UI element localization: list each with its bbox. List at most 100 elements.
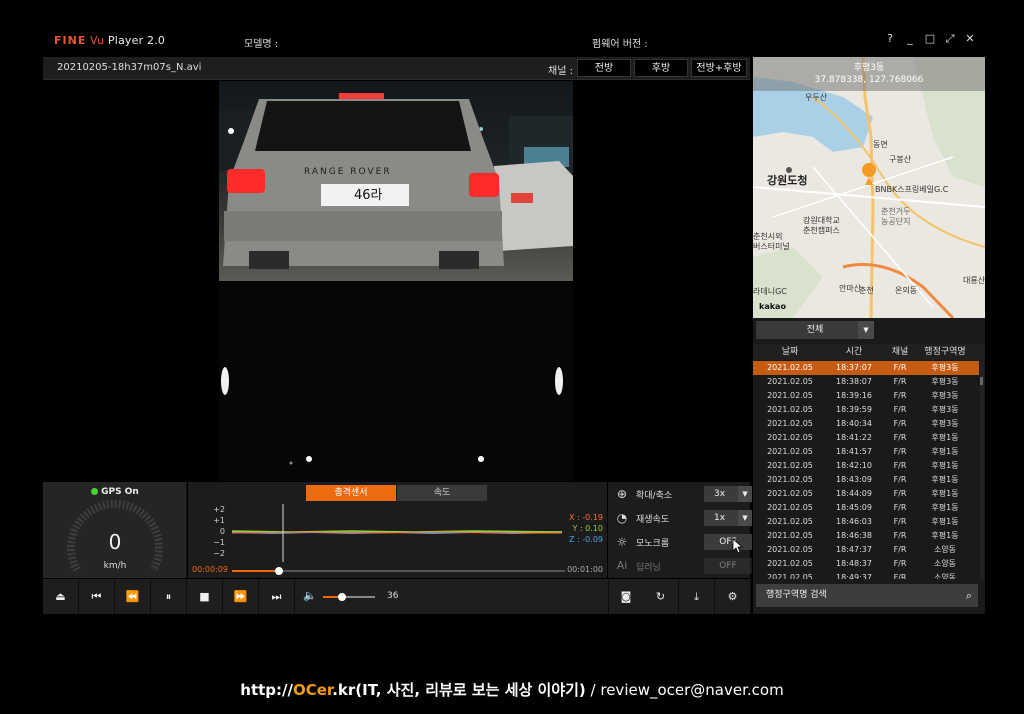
region-search-input[interactable]: 행정구역명 검색 ⌕ <box>756 584 978 607</box>
volume-control: 🔈 36 <box>299 579 419 614</box>
list-scrollbar[interactable] <box>980 361 984 579</box>
next-file-button[interactable]: ⏭ <box>259 579 295 614</box>
help-button[interactable]: ? <box>884 32 896 46</box>
settings-button[interactable]: ⚙ <box>715 579 751 614</box>
rewind-button[interactable]: ⏪ <box>115 579 151 614</box>
list-item[interactable]: 2021.02.05 18:39:16 F/R 후평3동 <box>753 389 979 403</box>
pause-button[interactable]: ⏸ <box>151 579 187 614</box>
eject-icon: ⏏ <box>55 590 66 603</box>
list-item[interactable]: 2021.02.05 18:38:07 F/R 후평3동 <box>753 375 979 389</box>
row-date: 2021.02.05 <box>767 545 813 554</box>
list-item[interactable]: 2021.02.05 18:43:09 F/R 후평1동 <box>753 473 979 487</box>
skip-forward-icon: ⏭ <box>271 590 282 603</box>
speedometer-icon: ◔ <box>616 511 628 525</box>
rotate-button[interactable]: ↻ <box>643 579 679 614</box>
row-date: 2021.02.05 <box>767 419 813 428</box>
list-item[interactable]: 2021.02.05 18:40:34 F/R 후평3동 <box>753 417 979 431</box>
map-view[interactable]: 후평3동 37.878338, 127.768066 우두산 동면 구봉산 강원… <box>753 57 985 318</box>
map-label: 우두산 <box>805 93 828 102</box>
seek-bar[interactable] <box>232 567 565 575</box>
fast-forward-button[interactable]: ⏩ <box>223 579 259 614</box>
stop-button[interactable]: ■ <box>187 579 223 614</box>
download-icon: ⤓ <box>694 590 699 603</box>
snapshot-button[interactable]: ◙ <box>608 579 644 614</box>
g-sensor-graph[interactable] <box>232 504 562 562</box>
row-time: 18:46:03 <box>836 517 872 526</box>
deep-learning-toggle[interactable]: OFF <box>704 558 752 574</box>
map-label: 온의동 <box>895 286 918 295</box>
row-region: 소양동 <box>933 545 957 554</box>
y-tick: −1 <box>213 538 225 547</box>
volume-icon[interactable]: 🔈 <box>303 589 317 602</box>
video-frame[interactable]: 46라 RANGE ROVER <box>219 81 573 481</box>
front-camera-view: 46라 RANGE ROVER <box>219 81 573 281</box>
row-channel: F/R <box>893 391 907 400</box>
rear-camera-view <box>219 281 573 481</box>
list-item[interactable]: 2021.02.05 18:44:09 F/R 후평1동 <box>753 487 979 501</box>
map-label: 춘천 <box>859 286 874 295</box>
map-label: 대룡산 <box>963 276 985 285</box>
list-item[interactable]: 2021.02.05 18:47:37 F/R 소양동 <box>753 543 979 557</box>
map-coordinates: 37.878338, 127.768066 <box>814 75 924 85</box>
volume-handle[interactable] <box>337 593 346 601</box>
list-item[interactable]: 2021.02.05 18:41:57 F/R 후평1동 <box>753 445 979 459</box>
list-item[interactable]: 2021.02.05 18:46:38 F/R 후평1동 <box>753 529 979 543</box>
close-button[interactable]: ✕ <box>964 32 976 46</box>
row-region: 소양동 <box>933 559 957 568</box>
seek-handle[interactable] <box>274 567 283 575</box>
video-header: 20210205-18h37m07s_N.avi 채널 : 전방 후방 전방+후… <box>43 57 750 80</box>
col-channel[interactable]: 채널 <box>887 344 913 357</box>
window-controls: ? _ □ ⤢ ✕ <box>884 32 976 46</box>
col-date[interactable]: 날짜 <box>759 344 821 357</box>
video-viewport[interactable]: 46라 RANGE ROVER <box>43 81 750 481</box>
download-button[interactable]: ⤓ <box>679 579 715 614</box>
zoom-value: 3x <box>714 489 726 499</box>
channel-both-button[interactable]: 전방+후방 <box>691 59 747 77</box>
col-time[interactable]: 시간 <box>825 344 883 357</box>
front-scene-image: 46라 RANGE ROVER <box>219 93 573 269</box>
list-item[interactable]: 2021.02.05 18:48:37 F/R 소양동 <box>753 557 979 571</box>
ai-icon: Ai <box>616 559 628 572</box>
eject-button[interactable]: ⏏ <box>43 579 79 614</box>
search-icon[interactable]: ⌕ <box>966 584 972 607</box>
firmware-label: 펌웨어 버전 : <box>592 39 648 50</box>
x-axis-value: X : -0.19 <box>569 513 603 522</box>
col-region[interactable]: 행정구역명 <box>919 344 971 357</box>
list-item[interactable]: 2021.02.05 18:39:59 F/R 후평3동 <box>753 403 979 417</box>
watermark-email: / review_ocer@naver.com <box>585 681 784 699</box>
volume-slider[interactable] <box>323 593 375 601</box>
fast-forward-icon: ⏩ <box>233 590 248 603</box>
list-item[interactable]: 2021.02.05 18:45:09 F/R 후평1동 <box>753 501 979 515</box>
list-item[interactable]: 2021.02.05 18:49:37 F/R 소양동 <box>753 571 979 579</box>
previous-file-button[interactable]: ⏮ <box>79 579 115 614</box>
channel-front-button[interactable]: 전방 <box>577 59 631 77</box>
list-item[interactable]: 2021.02.05 18:41:22 F/R 후평1동 <box>753 431 979 445</box>
fullscreen-button[interactable]: ⤢ <box>944 32 956 46</box>
restore-button[interactable]: □ <box>924 32 936 46</box>
row-region: 후평1동 <box>931 461 959 470</box>
map-label: 버스터미널 <box>753 242 790 251</box>
list-item[interactable]: 2021.02.05 18:46:03 F/R 후평1동 <box>753 515 979 529</box>
g-sensor-panel: 충격센서 속도 +2 +1 0 −1 −2 X : -0.19 Y : 0.10… <box>188 482 607 578</box>
zoom-icon: ⊕ <box>616 487 628 501</box>
app-logo: FINE Vu Player 2.0 <box>54 34 165 47</box>
monochrome-toggle[interactable]: OFF <box>704 534 752 550</box>
row-date: 2021.02.05 <box>767 447 813 456</box>
tab-speed[interactable]: 속도 <box>397 485 487 501</box>
minimize-button[interactable]: _ <box>904 32 916 46</box>
channel-rear-button[interactable]: 후방 <box>634 59 688 77</box>
row-channel: F/R <box>893 517 907 526</box>
brightness-icon: ☼ <box>616 535 628 549</box>
playback-speed-select[interactable]: 1x ▼ <box>704 510 752 526</box>
file-list[interactable]: 2021.02.05 18:37:07 F/R 후평3동 2021.02.05 18:38… <box>753 361 979 579</box>
list-item[interactable]: 2021.02.05 18:37:07 F/R 후평3동 <box>753 361 979 375</box>
tab-impact-sensor[interactable]: 충격센서 <box>306 485 396 501</box>
row-channel: F/R <box>893 559 907 568</box>
y-tick: +1 <box>213 516 225 525</box>
list-item[interactable]: 2021.02.05 18:42:10 F/R 후평1동 <box>753 459 979 473</box>
transport-controls: ⏏ ⏮ ⏪ ⏸ ■ ⏩ ⏭ 🔈 36 ◙ ↻ ⤓ ⚙ <box>43 579 751 614</box>
scrollbar-thumb[interactable] <box>980 377 983 385</box>
seek-fill <box>232 570 279 572</box>
zoom-select[interactable]: 3x ▼ <box>704 486 752 502</box>
event-filter-select[interactable]: 전체 ▼ <box>756 321 874 339</box>
